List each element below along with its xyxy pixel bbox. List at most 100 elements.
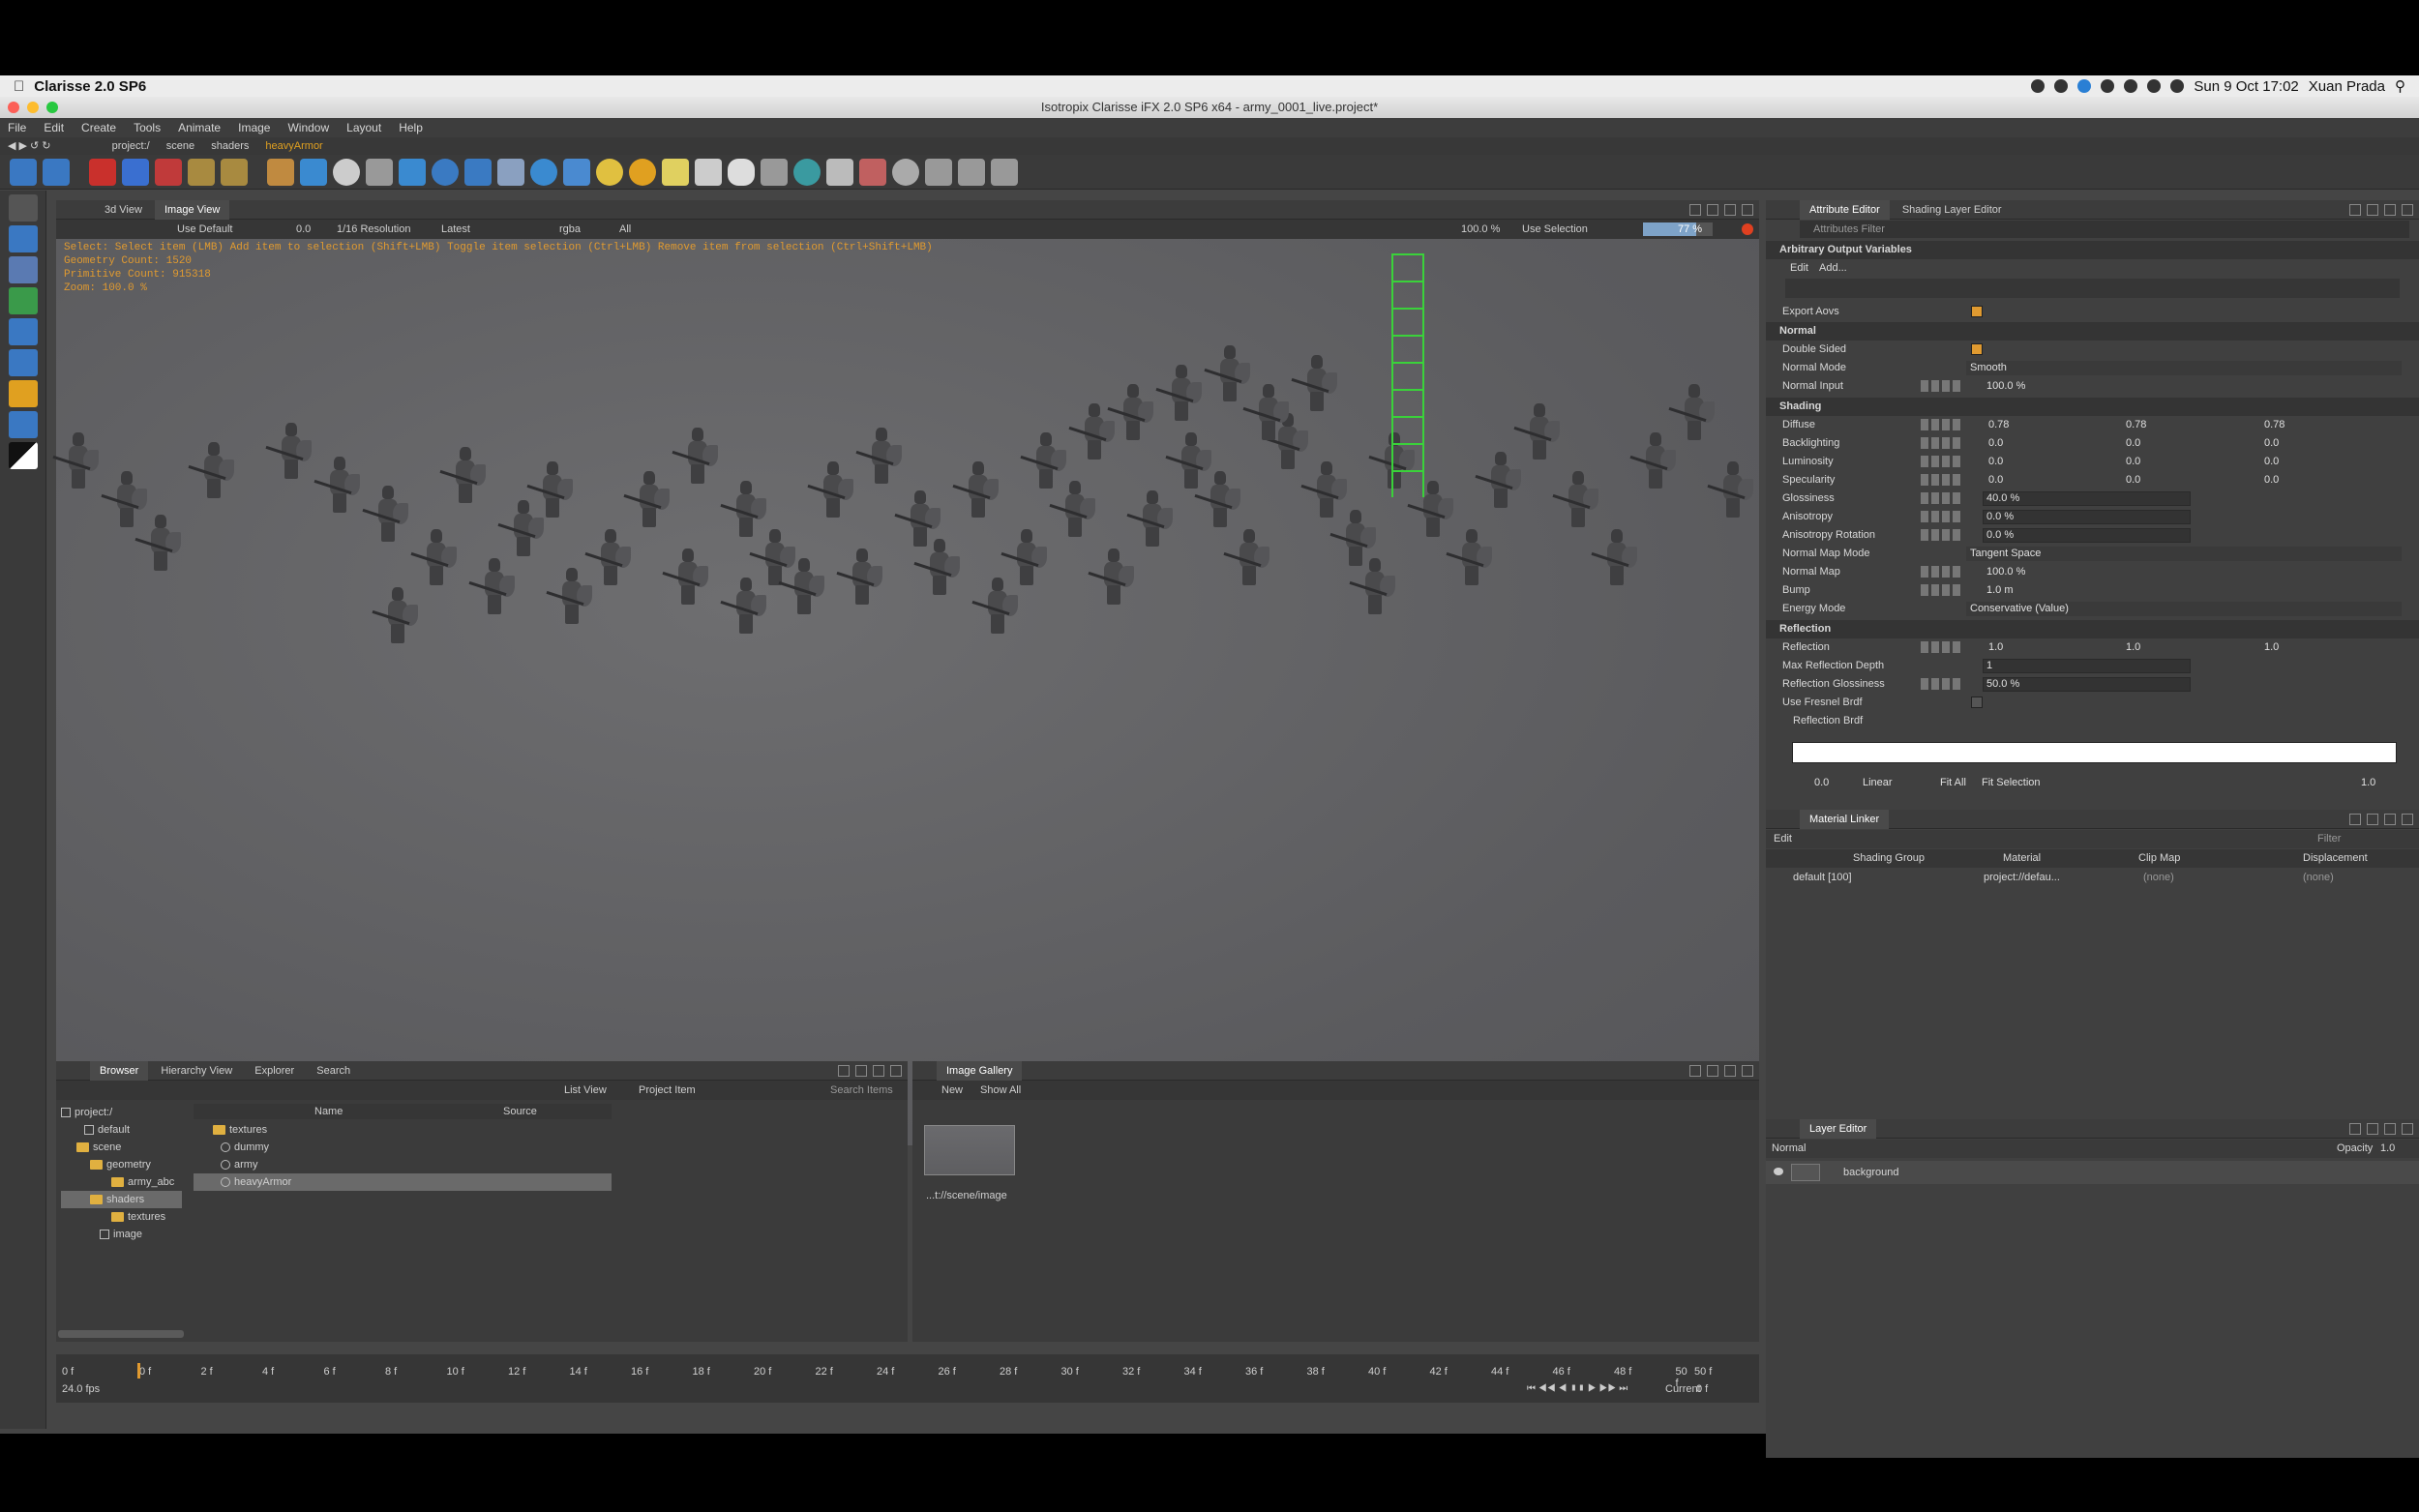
datetime[interactable]: Sun 9 Oct 17:02 bbox=[2194, 78, 2298, 95]
linker-edit-menu[interactable]: Edit bbox=[1774, 830, 1792, 848]
unlock-icon[interactable] bbox=[221, 158, 248, 186]
aniso-rotation-field[interactable] bbox=[1983, 528, 2191, 543]
breadcrumb-item[interactable]: shaders bbox=[211, 140, 249, 152]
layer-select[interactable]: Latest bbox=[441, 220, 470, 239]
feather-icon[interactable] bbox=[925, 158, 952, 186]
close-window-button[interactable] bbox=[8, 102, 19, 113]
link-icons[interactable] bbox=[1921, 474, 1963, 486]
tree-item[interactable]: default bbox=[61, 1121, 182, 1139]
curve-min-field[interactable]: 0.0 bbox=[1814, 774, 1829, 792]
reflection-r-field[interactable]: 1.0 bbox=[1988, 638, 2003, 657]
fit-all-button[interactable]: Fit All bbox=[1940, 774, 1966, 792]
attribute-filter[interactable]: Attributes Filter bbox=[1800, 221, 2409, 238]
delete-icon[interactable] bbox=[89, 158, 116, 186]
menu-image[interactable]: Image bbox=[238, 118, 270, 137]
pen-icon[interactable] bbox=[761, 158, 788, 186]
energy-mode-select[interactable]: Conservative (Value) bbox=[1966, 602, 2402, 616]
panel-window-buttons[interactable] bbox=[2349, 810, 2413, 825]
brdf-curve-editor[interactable] bbox=[1792, 742, 2397, 763]
list-item[interactable]: textures bbox=[194, 1121, 612, 1139]
spotlight-icon[interactable]: ⚲ bbox=[2395, 77, 2405, 95]
link-icons[interactable] bbox=[1921, 380, 1963, 392]
aov-add-button[interactable]: Add... bbox=[1819, 259, 1847, 278]
stop-render-icon[interactable] bbox=[1742, 223, 1753, 235]
capsule-icon[interactable] bbox=[728, 158, 755, 186]
curve-max-field[interactable]: 1.0 bbox=[2361, 774, 2375, 792]
globe-icon[interactable] bbox=[530, 158, 557, 186]
specularity-r-field[interactable]: 0.0 bbox=[1988, 471, 2003, 489]
link-icons[interactable] bbox=[1921, 456, 1963, 467]
aov-edit-button[interactable]: Edit bbox=[1790, 259, 1808, 278]
panel-window-buttons[interactable] bbox=[1689, 1061, 1753, 1077]
fit-selection-button[interactable]: Fit Selection bbox=[1982, 774, 2041, 792]
spotlight-light-icon[interactable] bbox=[662, 158, 689, 186]
tab-shading-layer-editor[interactable]: Shading Layer Editor bbox=[1893, 200, 2012, 220]
timeline[interactable]: 0 f 50 f 0 f 2 f 4 f 6 f 8 f 10 f 12 f 14 f 16 f… bbox=[56, 1354, 1759, 1403]
normal-map-field[interactable]: 100.0 % bbox=[1986, 563, 2025, 581]
exposure-field[interactable]: 0.0 bbox=[296, 220, 311, 239]
camera-icon[interactable] bbox=[695, 158, 722, 186]
plane-icon[interactable] bbox=[497, 158, 524, 186]
user-name[interactable]: Xuan Prada bbox=[2309, 78, 2385, 95]
linker-row[interactable]: default [100] project://defau... (none) … bbox=[1766, 869, 2419, 887]
list-item[interactable]: dummy bbox=[194, 1139, 612, 1156]
reflection-g-field[interactable]: 1.0 bbox=[2126, 638, 2140, 657]
luminosity-r-field[interactable]: 0.0 bbox=[1988, 453, 2003, 471]
tree-item[interactable]: image bbox=[61, 1226, 182, 1243]
prism-icon[interactable] bbox=[399, 158, 426, 186]
menu-edit[interactable]: Edit bbox=[44, 118, 64, 137]
timeline-start[interactable]: 0 f bbox=[62, 1366, 74, 1378]
link-icons[interactable] bbox=[1921, 437, 1963, 449]
tree-item[interactable]: textures bbox=[61, 1208, 182, 1226]
tab-hierarchy-view[interactable]: Hierarchy View bbox=[151, 1061, 242, 1081]
diffuse-b-field[interactable]: 0.78 bbox=[2264, 416, 2285, 434]
lock-icon[interactable] bbox=[188, 158, 215, 186]
tab-attribute-editor[interactable]: Attribute Editor bbox=[1800, 200, 1890, 220]
link-icons[interactable] bbox=[1921, 511, 1963, 522]
redo-icon[interactable] bbox=[43, 158, 70, 186]
specularity-g-field[interactable]: 0.0 bbox=[2126, 471, 2140, 489]
channel-select[interactable]: rgba bbox=[559, 220, 581, 239]
measure-tool-icon[interactable] bbox=[9, 411, 38, 438]
tab-material-linker[interactable]: Material Linker bbox=[1800, 810, 1890, 829]
tab-3d-view[interactable]: 3d View bbox=[95, 200, 152, 220]
brush-icon[interactable] bbox=[366, 158, 393, 186]
luminosity-g-field[interactable]: 0.0 bbox=[2126, 453, 2140, 471]
horizontal-scrollbar[interactable] bbox=[58, 1330, 184, 1338]
undo-icon[interactable] bbox=[10, 158, 37, 186]
export-aovs-checkbox[interactable] bbox=[1971, 306, 1983, 317]
reflection-b-field[interactable]: 1.0 bbox=[2264, 638, 2279, 657]
clock-icon[interactable] bbox=[2124, 79, 2138, 93]
tab-search[interactable]: Search bbox=[307, 1061, 360, 1081]
pick-tool-icon[interactable] bbox=[9, 256, 38, 283]
tab-image-gallery[interactable]: Image Gallery bbox=[937, 1061, 1023, 1081]
panel-window-buttons[interactable] bbox=[838, 1061, 902, 1077]
display-select[interactable]: Use Default bbox=[177, 220, 232, 239]
feather-icon[interactable] bbox=[991, 158, 1018, 186]
panel-window-buttons[interactable] bbox=[2349, 200, 2413, 216]
gallery-show-select[interactable]: Show All bbox=[980, 1081, 1021, 1100]
zoom-field[interactable]: 100.0 % bbox=[1461, 220, 1500, 239]
shield-icon[interactable] bbox=[300, 158, 327, 186]
minimize-window-button[interactable] bbox=[27, 102, 39, 113]
hand-tool-icon[interactable] bbox=[9, 194, 38, 222]
menu-help[interactable]: Help bbox=[399, 118, 423, 137]
list-item-selected[interactable]: heavyArmor bbox=[194, 1173, 612, 1191]
breadcrumb-item[interactable]: scene bbox=[166, 140, 194, 152]
normal-map-mode-select[interactable]: Tangent Space bbox=[1966, 547, 2402, 561]
tab-explorer[interactable]: Explorer bbox=[245, 1061, 304, 1081]
box-icon[interactable] bbox=[267, 158, 294, 186]
list-item[interactable]: army bbox=[194, 1156, 612, 1173]
tree-item[interactable]: project:/ bbox=[61, 1104, 182, 1121]
playback-controls[interactable]: ⏮ ◀◀ ◀ ▮▮ ▶ ▶▶ ⏭ bbox=[1527, 1383, 1628, 1394]
linker-filter[interactable]: Filter bbox=[2317, 830, 2341, 848]
selection-select[interactable]: Use Selection bbox=[1522, 220, 1588, 239]
link-icons[interactable] bbox=[1921, 584, 1963, 596]
menu-window[interactable]: Window bbox=[287, 118, 329, 137]
panel-window-buttons[interactable] bbox=[2349, 1119, 2413, 1135]
breadcrumb-item[interactable]: heavyArmor bbox=[265, 140, 322, 152]
menu-file[interactable]: File bbox=[8, 118, 26, 137]
tree-item[interactable]: army_abc bbox=[61, 1173, 182, 1191]
link-icons[interactable] bbox=[1921, 566, 1963, 578]
curve-icon[interactable] bbox=[826, 158, 853, 186]
